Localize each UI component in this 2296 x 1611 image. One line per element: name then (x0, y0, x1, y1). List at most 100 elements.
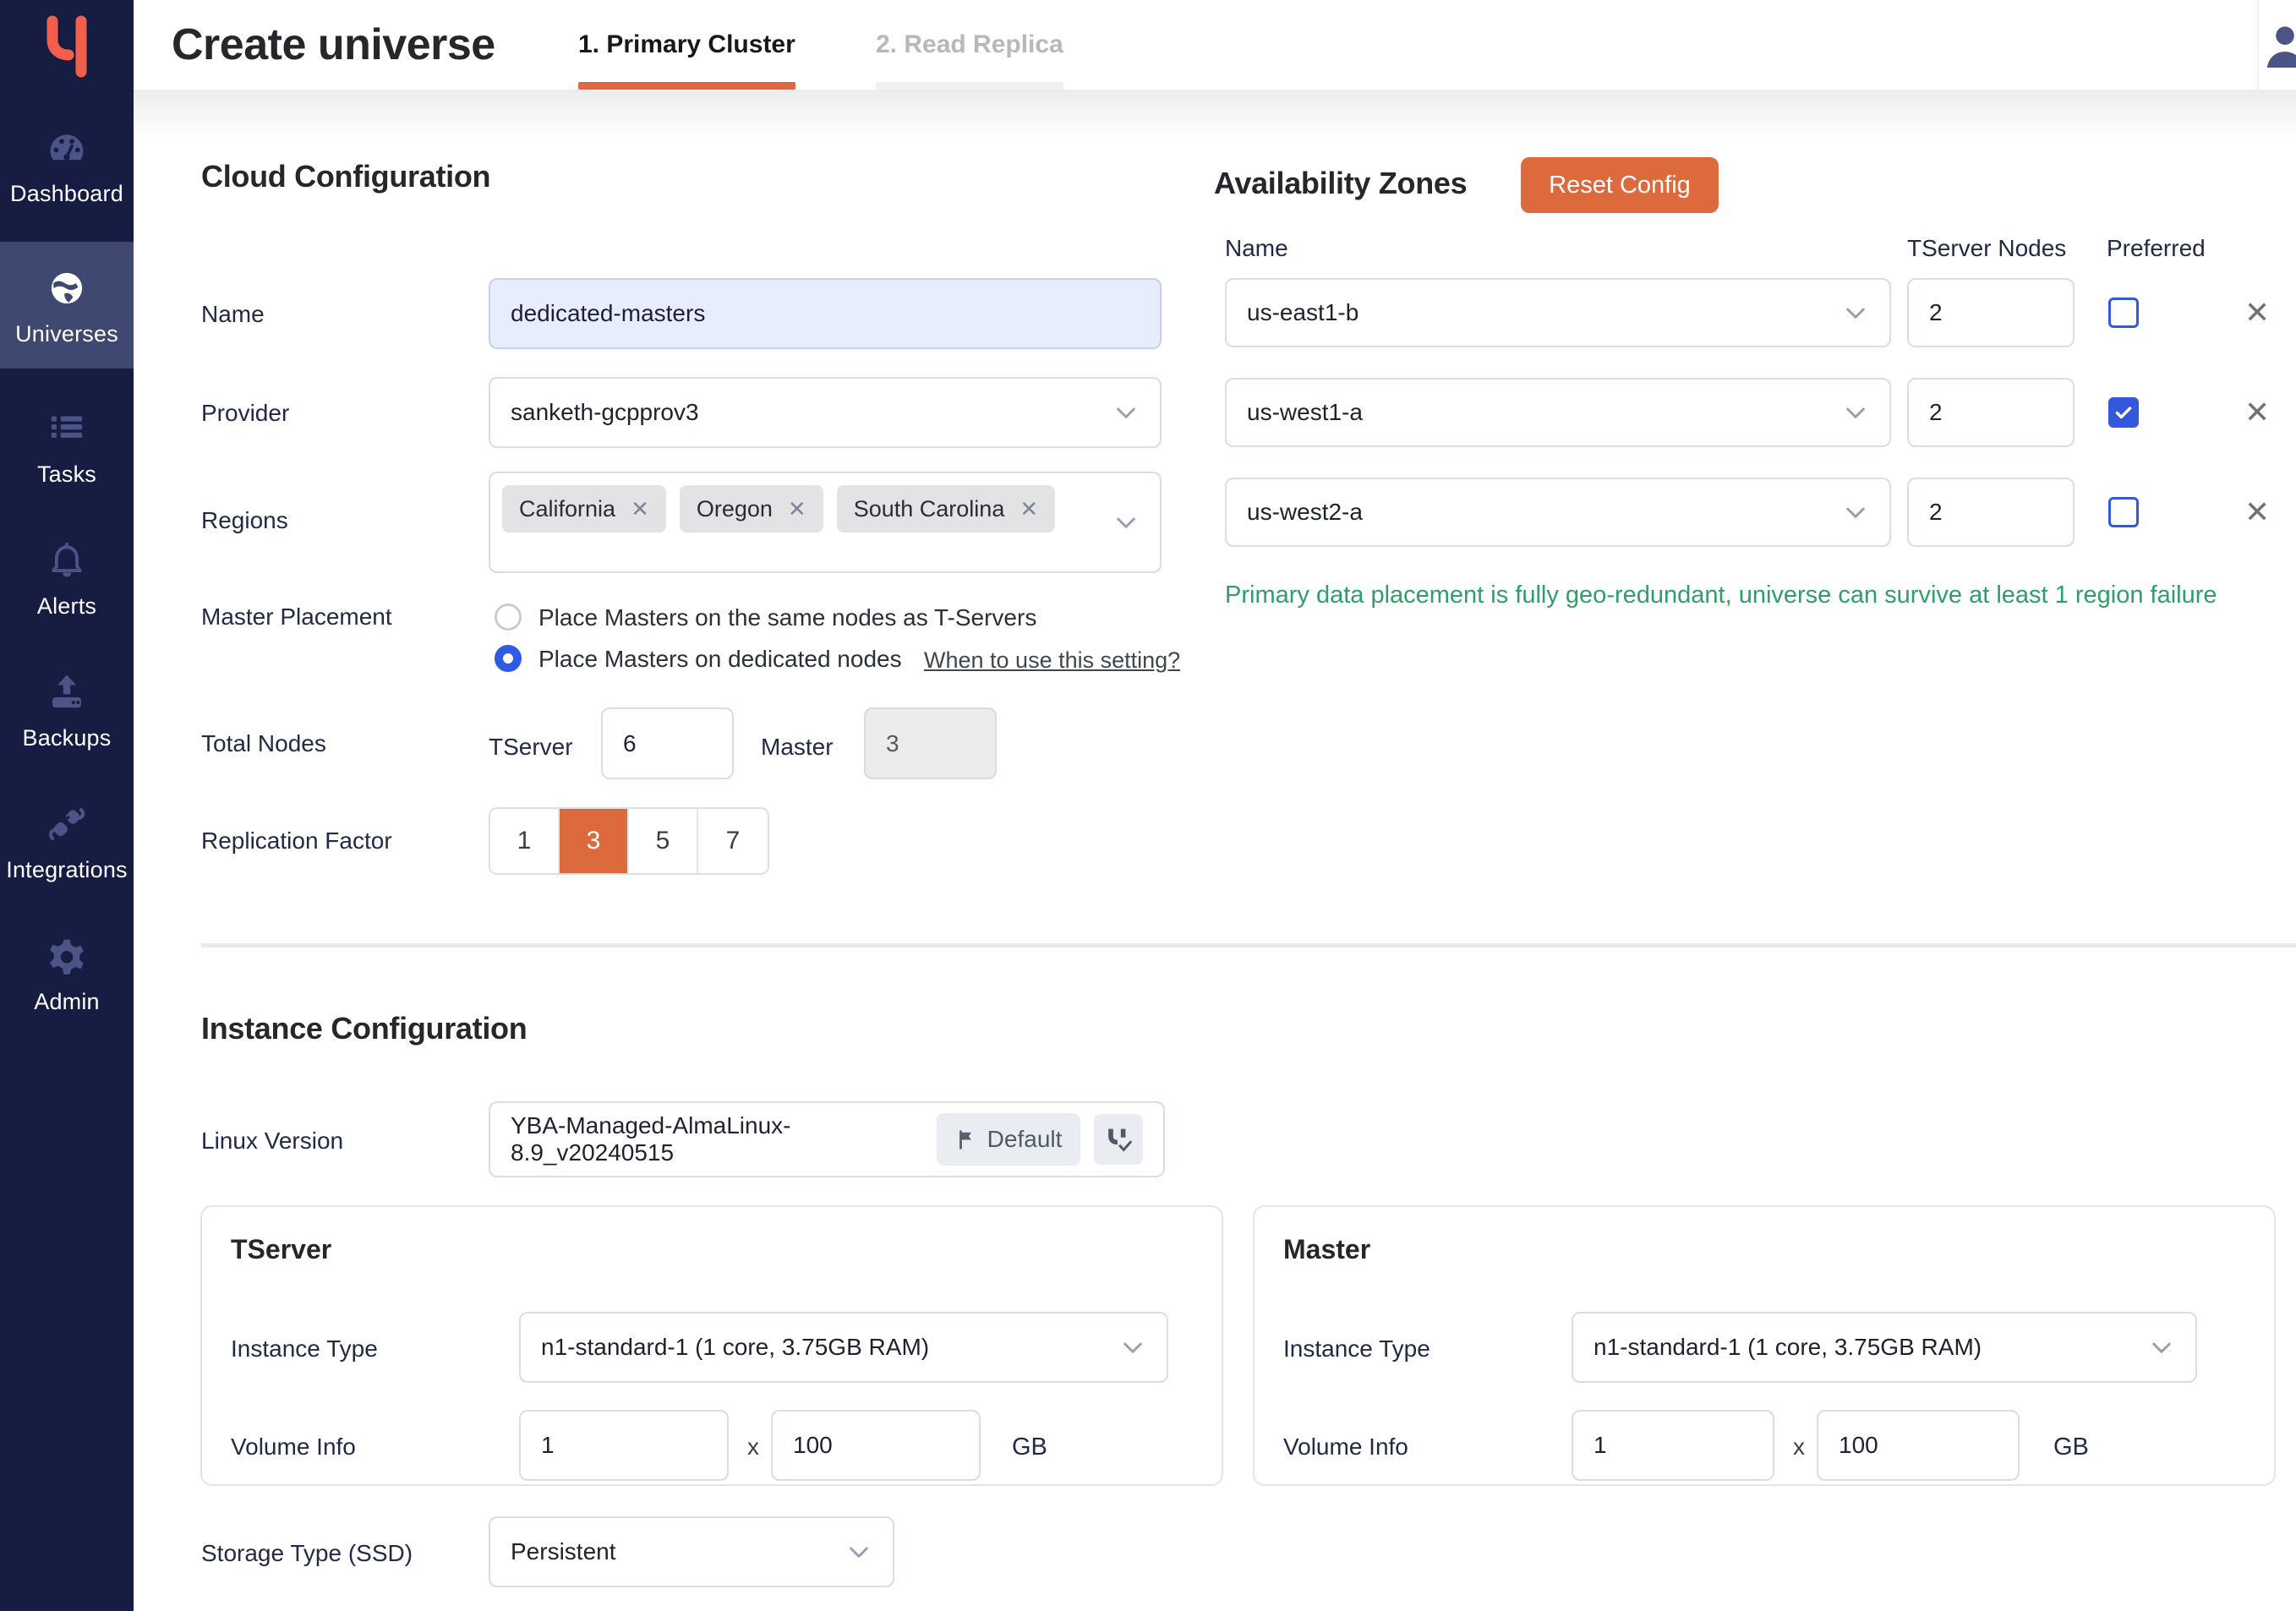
rf-option-3[interactable]: 3 (560, 809, 629, 873)
storage-type-select[interactable]: Persistent (489, 1516, 894, 1587)
chevron-down-icon (1842, 499, 1869, 526)
az-remove-icon-row-2[interactable]: ✕ (2244, 397, 2270, 428)
az-nodes-input-row-2[interactable] (1907, 378, 2075, 447)
az-select-row-3[interactable]: us-west2-a (1225, 478, 1891, 547)
rf-option-7[interactable]: 7 (698, 809, 768, 873)
master-volume-size-input[interactable] (1817, 1410, 2020, 1481)
globe-icon (42, 264, 91, 313)
az-name: us-west1-a (1247, 399, 1363, 426)
az-column-tserver-nodes: TServer Nodes (1907, 235, 2066, 262)
availability-zones-heading: Availability Zones (1214, 166, 1467, 201)
regions-multiselect[interactable]: California ✕ Oregon ✕ South Carolina ✕ (489, 472, 1162, 573)
master-instance-type-select[interactable]: n1-standard-1 (1 core, 3.75GB RAM) (1572, 1312, 2197, 1383)
volume-times-separator: x (747, 1434, 759, 1461)
sidebar-item-admin[interactable]: Admin (0, 909, 134, 1036)
instance-type-label: Instance Type (1283, 1335, 1430, 1363)
header-divider (2257, 0, 2259, 90)
total-nodes-label: Total Nodes (201, 730, 326, 757)
when-to-use-link[interactable]: When to use this setting? (924, 647, 1180, 674)
az-nodes-input-row-1[interactable] (1907, 278, 2075, 347)
volume-unit-label: GB (1012, 1434, 1047, 1461)
az-column-name: Name (1225, 235, 1288, 262)
region-chip: South Carolina ✕ (837, 485, 1055, 532)
sidebar-item-universes[interactable]: Universes (0, 242, 134, 369)
plug-icon (42, 800, 91, 849)
create-universe-page: Dashboard Universes Tasks (0, 0, 2296, 1611)
sidebar-item-label: Admin (34, 989, 100, 1015)
flag-icon (955, 1128, 977, 1150)
tab-primary-cluster[interactable]: 1. Primary Cluster (578, 0, 795, 90)
linux-version-select[interactable]: YBA-Managed-AlmaLinux-8.9_v20240515 Defa… (489, 1101, 1165, 1177)
sidebar-item-label: Universes (15, 321, 118, 347)
master-count-label: Master (761, 734, 834, 761)
az-remove-icon-row-1[interactable]: ✕ (2244, 298, 2270, 328)
az-preferred-checkbox-row-1[interactable] (2108, 298, 2139, 328)
reset-config-button[interactable]: Reset Config (1521, 157, 1719, 213)
sidebar: Dashboard Universes Tasks (0, 0, 134, 1611)
az-column-preferred: Preferred (2107, 235, 2206, 262)
chevron-down-icon (1842, 299, 1869, 326)
volume-info-label: Volume Info (1283, 1434, 1408, 1461)
check-icon (2113, 401, 2135, 423)
sidebar-item-label: Backups (23, 725, 112, 751)
master-card: Master Instance Type n1-standard-1 (1 co… (1253, 1205, 2276, 1486)
backup-upload-icon (42, 668, 91, 717)
provider-value: sanketh-gcpprov3 (511, 399, 699, 426)
tserver-instance-type-select[interactable]: n1-standard-1 (1 core, 3.75GB RAM) (519, 1312, 1168, 1383)
remove-region-icon[interactable]: ✕ (1020, 496, 1038, 522)
sidebar-item-label: Alerts (37, 593, 96, 620)
chevron-down-icon (2148, 1334, 2175, 1361)
sidebar-item-tasks[interactable]: Tasks (0, 382, 134, 509)
header-shadow (134, 90, 2296, 139)
az-name: us-west2-a (1247, 499, 1363, 526)
linux-version-value: YBA-Managed-AlmaLinux-8.9_v20240515 (511, 1112, 937, 1166)
task-list-icon (42, 404, 91, 453)
az-nodes-input-row-3[interactable] (1907, 478, 2075, 547)
rf-option-5[interactable]: 5 (629, 809, 698, 873)
tserver-volume-count-input[interactable] (519, 1410, 729, 1481)
sidebar-item-backups[interactable]: Backups (0, 646, 134, 773)
user-avatar-icon[interactable] (2262, 22, 2296, 68)
tab-label: 1. Primary Cluster (578, 30, 795, 59)
az-preferred-checkbox-row-2[interactable] (2108, 397, 2139, 428)
rf-option-1[interactable]: 1 (490, 809, 560, 873)
universe-name-input[interactable] (489, 278, 1162, 349)
az-status-message: Primary data placement is fully geo-redu… (1225, 582, 2217, 609)
page-title: Create universe (172, 0, 495, 90)
gear-icon (42, 931, 91, 980)
tserver-volume-size-input[interactable] (771, 1410, 981, 1481)
az-select-row-1[interactable]: us-east1-b (1225, 278, 1891, 347)
volume-unit-label: GB (2053, 1434, 2089, 1461)
sidebar-item-integrations[interactable]: Integrations (0, 778, 134, 904)
master-volume-count-input[interactable] (1572, 1410, 1774, 1481)
region-chip-label: Oregon (697, 496, 773, 522)
linux-version-label: Linux Version (201, 1128, 343, 1155)
storage-type-label: Storage Type (SSD) (201, 1540, 413, 1567)
remove-region-icon[interactable]: ✕ (788, 496, 806, 522)
az-select-row-2[interactable]: us-west1-a (1225, 378, 1891, 447)
sidebar-item-label: Tasks (37, 461, 96, 488)
radio-masters-same-nodes[interactable] (495, 603, 522, 631)
tserver-nodes-input[interactable] (601, 707, 734, 779)
az-preferred-checkbox-row-3[interactable] (2108, 497, 2139, 527)
az-remove-icon-row-3[interactable]: ✕ (2244, 497, 2270, 527)
yb-version-check-button[interactable] (1094, 1114, 1143, 1165)
sidebar-item-alerts[interactable]: Alerts (0, 514, 134, 641)
region-chip: California ✕ (502, 485, 666, 532)
region-chip: Oregon ✕ (680, 485, 823, 532)
provider-select[interactable]: sanketh-gcpprov3 (489, 377, 1162, 448)
tab-read-replica[interactable]: 2. Read Replica (876, 0, 1063, 90)
volume-times-separator: x (1793, 1434, 1805, 1461)
yb-version-check-icon (1103, 1124, 1134, 1155)
remove-region-icon[interactable]: ✕ (631, 496, 649, 522)
radio-masters-dedicated-nodes[interactable] (495, 645, 522, 672)
sidebar-item-dashboard[interactable]: Dashboard (0, 101, 134, 228)
chevron-down-icon (845, 1538, 872, 1565)
yugabyte-logo-icon[interactable] (0, 8, 134, 93)
sidebar-item-label: Dashboard (10, 181, 123, 207)
chevron-down-icon (1119, 1334, 1146, 1361)
chevron-down-icon (1112, 399, 1140, 426)
tserver-card: TServer Instance Type n1-standard-1 (1 c… (200, 1205, 1223, 1486)
name-label: Name (201, 301, 265, 328)
section-divider (201, 943, 2296, 947)
